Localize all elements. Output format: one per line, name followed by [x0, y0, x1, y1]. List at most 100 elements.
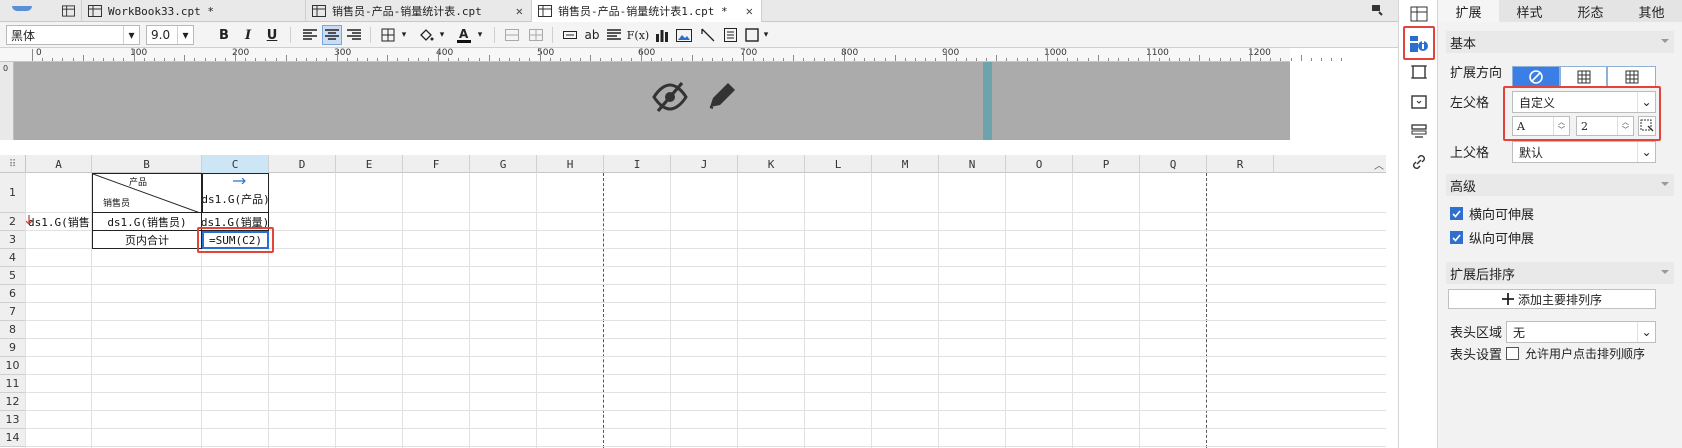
pin-icon[interactable]: [1370, 3, 1384, 17]
tab-expand[interactable]: 扩展: [1438, 0, 1499, 22]
column-header-h[interactable]: H: [537, 155, 604, 173]
tab-style[interactable]: 样式: [1499, 0, 1560, 22]
slash-button[interactable]: [698, 25, 718, 45]
tab-shape[interactable]: 形态: [1560, 0, 1621, 22]
chart-button[interactable]: [652, 25, 672, 45]
rail-condition-button[interactable]: [1409, 122, 1429, 142]
column-header-r[interactable]: R: [1207, 155, 1274, 173]
cell-element-button[interactable]: [720, 25, 740, 45]
select-all-corner[interactable]: ⠿: [0, 155, 26, 173]
column-header-m[interactable]: M: [872, 155, 939, 173]
header-area-select[interactable]: 无 ⌄: [1506, 321, 1656, 343]
rail-widget-button[interactable]: [1409, 62, 1429, 82]
font-size-select[interactable]: 9.0 ▾: [146, 25, 194, 45]
column-header-o[interactable]: O: [1006, 155, 1073, 173]
report-icon: [312, 5, 326, 17]
expand-direction-horizontal[interactable]: [1607, 66, 1656, 88]
column-header-c[interactable]: C: [202, 155, 269, 173]
column-header-e[interactable]: E: [336, 155, 403, 173]
column-header-g[interactable]: G: [470, 155, 537, 173]
split-cells-button[interactable]: [526, 25, 546, 45]
row-header-14[interactable]: 14: [0, 429, 26, 447]
italic-button[interactable]: I: [238, 25, 258, 45]
tab-workbook33[interactable]: WorkBook33.cpt *: [82, 0, 306, 22]
row-header-10[interactable]: 10: [0, 357, 26, 375]
pencil-icon[interactable]: [706, 79, 738, 113]
cell-b2[interactable]: ds1.G(销售员): [92, 212, 202, 231]
align-center-button[interactable]: [322, 25, 342, 45]
align-right-button[interactable]: [344, 25, 364, 45]
column-header-j[interactable]: J: [671, 155, 738, 173]
chevron-up-icon[interactable]: ︿: [1372, 157, 1386, 172]
chevron-down-icon[interactable]: ▾: [436, 25, 448, 45]
row-header-2[interactable]: 2: [0, 213, 26, 231]
font-color-button[interactable]: A: [454, 25, 474, 45]
rail-cell-attributes-button[interactable]: [1409, 4, 1429, 24]
ruler-tick: [204, 58, 206, 61]
horizontal-stretch-checkbox[interactable]: 横向可伸展: [1450, 204, 1534, 223]
column-header-a[interactable]: A: [26, 155, 92, 173]
fill-color-button[interactable]: [416, 25, 436, 45]
bold-button[interactable]: B: [214, 25, 234, 45]
section-sort[interactable]: 扩展后排序: [1446, 262, 1674, 284]
tab-other[interactable]: 其他: [1621, 0, 1682, 22]
grid-tab-icon-button[interactable]: [56, 0, 82, 22]
column-header-k[interactable]: K: [738, 155, 805, 173]
cell-c1[interactable]: ds1.G(产品): [202, 173, 269, 213]
border-button[interactable]: [378, 25, 398, 45]
section-basic[interactable]: 基本: [1446, 31, 1674, 53]
column-header-q[interactable]: Q: [1140, 155, 1207, 173]
rail-dropdown-button[interactable]: [1409, 92, 1429, 112]
upper-parent-select[interactable]: 默认 ⌄: [1512, 141, 1656, 163]
row-header-12[interactable]: 12: [0, 393, 26, 411]
underline-button[interactable]: U: [262, 25, 282, 45]
column-header-i[interactable]: I: [604, 155, 671, 173]
row-header-4[interactable]: 4: [0, 249, 26, 267]
cell-b3[interactable]: 页内合计: [92, 230, 202, 249]
row-header-9[interactable]: 9: [0, 339, 26, 357]
allow-user-sort-checkbox[interactable]: 允许用户点击排列顺序: [1506, 345, 1645, 362]
row-header-11[interactable]: 11: [0, 375, 26, 393]
row-header-8[interactable]: 8: [0, 321, 26, 339]
image-button[interactable]: [674, 25, 694, 45]
add-primary-sort-button[interactable]: 添加主要排列序: [1448, 289, 1656, 309]
row-header-7[interactable]: 7: [0, 303, 26, 321]
cell-a2[interactable]: ds1.G(销售: [26, 213, 92, 231]
text-button[interactable]: ab: [582, 25, 602, 45]
row-header-1[interactable]: 1: [0, 173, 26, 213]
tab-sales-report[interactable]: 销售员-产品-销量统计表.cpt ✕: [306, 0, 532, 22]
expand-direction-none[interactable]: [1512, 66, 1560, 88]
column-header-l[interactable]: L: [805, 155, 872, 173]
paragraph-button[interactable]: [604, 25, 624, 45]
align-left-button[interactable]: [300, 25, 320, 45]
row-header-13[interactable]: 13: [0, 411, 26, 429]
column-header-b[interactable]: B: [92, 155, 202, 173]
tab-sales-report-1[interactable]: 销售员-产品-销量统计表1.cpt * ✕: [532, 0, 762, 22]
border-style-button[interactable]: [742, 25, 762, 45]
font-family-select[interactable]: 黑体 ▾: [6, 25, 140, 45]
row-header-3[interactable]: 3: [0, 231, 26, 249]
expand-direction-vertical[interactable]: [1560, 66, 1607, 88]
vertical-stretch-checkbox[interactable]: 纵向可伸展: [1450, 228, 1534, 247]
formula-button[interactable]: F(x): [626, 25, 650, 45]
rail-hyperlink-button[interactable]: [1409, 152, 1429, 172]
row-header-6[interactable]: 6: [0, 285, 26, 303]
cell-b1-slash-header[interactable]: 产品 销售员: [92, 173, 202, 213]
merge-cells-button[interactable]: [502, 25, 522, 45]
chevron-down-icon[interactable]: ▾: [760, 25, 772, 45]
ruler-tick: [661, 58, 663, 61]
insert-slash-button[interactable]: [560, 25, 580, 45]
row-header-5[interactable]: 5: [0, 267, 26, 285]
column-header-f[interactable]: F: [403, 155, 470, 173]
eye-off-icon[interactable]: [652, 80, 688, 114]
column-header-p[interactable]: P: [1073, 155, 1140, 173]
column-header-d[interactable]: D: [269, 155, 336, 173]
column-header-n[interactable]: N: [939, 155, 1006, 173]
chevron-down-icon[interactable]: ▾: [474, 25, 486, 45]
close-icon[interactable]: ✕: [746, 4, 753, 18]
section-advanced[interactable]: 高级: [1446, 174, 1674, 196]
chevron-down-icon[interactable]: ▾: [398, 25, 410, 45]
spreadsheet-grid[interactable]: ⠿ ABCDEFGHIJKLMNOPQR 1 2 3 4 5 6 7 8 9 10 11 12 13 14…: [0, 155, 1386, 448]
close-icon[interactable]: ✕: [516, 4, 523, 18]
app-menu-button[interactable]: [6, 0, 36, 22]
